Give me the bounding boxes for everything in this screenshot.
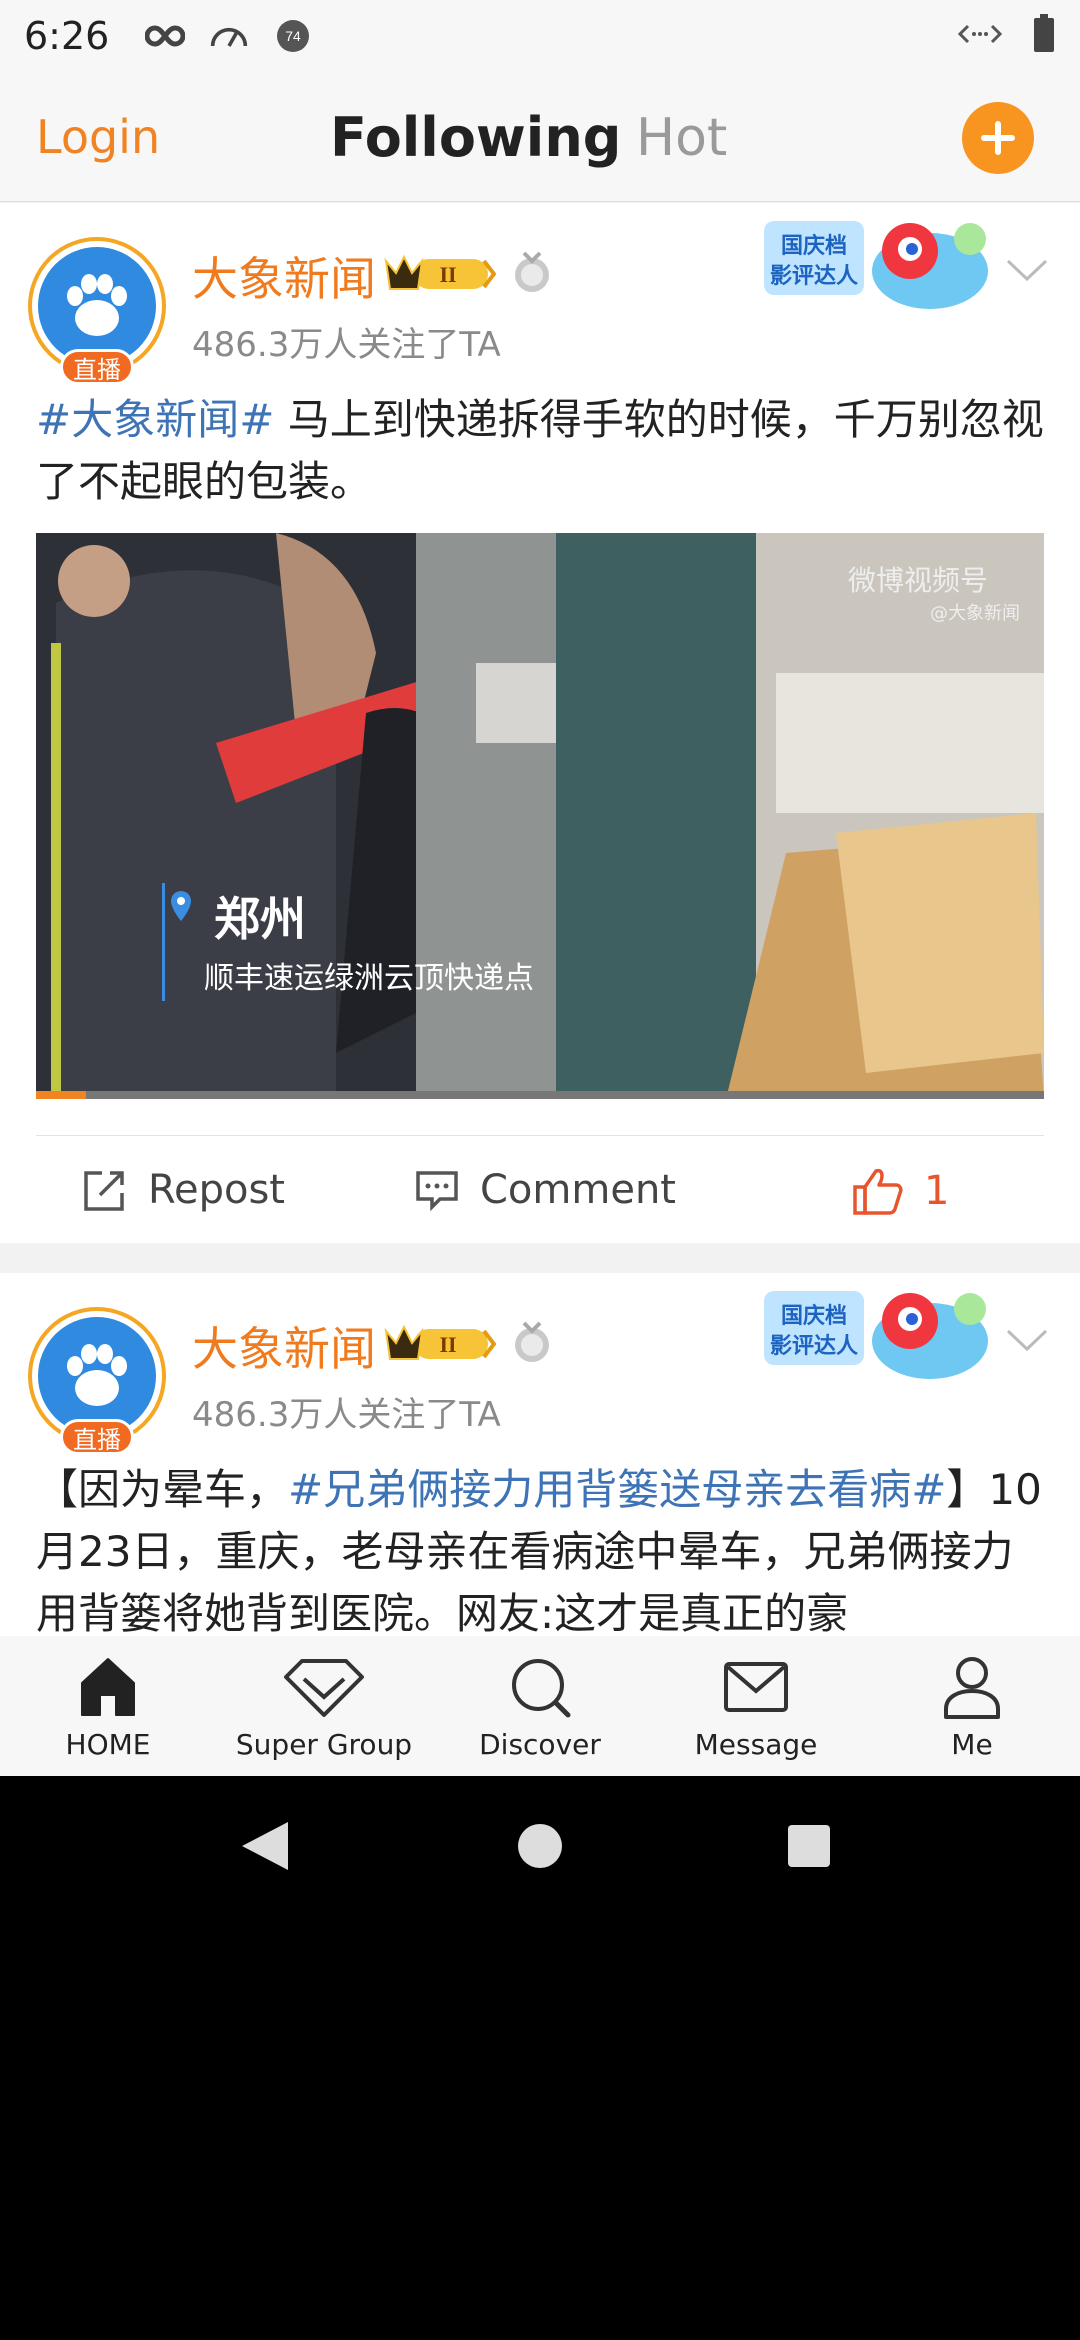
envelope-icon <box>656 1652 856 1722</box>
repost-icon <box>84 1171 124 1211</box>
like-button[interactable]: 1 <box>852 1167 949 1215</box>
chevron-down-icon[interactable] <box>1004 1325 1050 1355</box>
compose-button[interactable] <box>962 102 1034 174</box>
infinity-icon <box>145 16 186 56</box>
tab-me[interactable]: Me <box>872 1652 1072 1761</box>
video-watermark-sub: @大象新闻 <box>930 603 1020 624</box>
battery-icon <box>1032 14 1056 58</box>
follower-count: 486.3万人关注了TA <box>192 325 501 365</box>
avatar[interactable]: 直播 <box>28 1307 166 1455</box>
home-icon <box>8 1652 208 1722</box>
top-nav: Login Following Hot <box>0 72 1080 202</box>
tab-label: Discover <box>479 1728 601 1761</box>
tab-hot[interactable]: Hot <box>636 108 727 168</box>
svg-text:国庆档: 国庆档 <box>781 233 847 259</box>
tab-super-group[interactable]: Super Group <box>224 1652 424 1761</box>
post-body-prefix: 【因为晕车， <box>36 1465 289 1514</box>
location-line <box>162 883 165 1001</box>
post-text: #大象新闻# 马上到快递拆得手软的时候，千万别忽视了不起眼的包装。 <box>36 389 1046 513</box>
notification-number: 74 <box>286 28 302 44</box>
comment-label: Comment <box>480 1167 676 1213</box>
tab-label: Message <box>694 1728 818 1761</box>
live-badge: 直播 <box>60 349 134 385</box>
medal-icon <box>515 1321 549 1362</box>
live-badge: 直播 <box>60 1419 134 1455</box>
diamond-icon <box>224 1652 424 1722</box>
vip-crown-icon: II <box>384 1324 496 1360</box>
system-nav-bar <box>0 1776 1080 1916</box>
svg-text:影评达人: 影评达人 <box>770 1334 858 1359</box>
username[interactable]: 大象新闻 <box>192 1313 376 1379</box>
svg-text:影评达人: 影评达人 <box>770 264 858 289</box>
active-tab-indicator <box>328 168 562 182</box>
medal-icon <box>515 251 549 292</box>
video-frame <box>36 533 1044 1099</box>
status-right <box>957 14 1056 58</box>
repost-label: Repost <box>148 1167 285 1213</box>
speedometer-icon <box>209 16 249 56</box>
vip-crown-icon: II <box>384 254 496 290</box>
svg-text:国庆档: 国庆档 <box>781 1303 847 1329</box>
tab-discover[interactable]: Discover <box>440 1652 640 1761</box>
login-button[interactable]: Login <box>36 110 160 164</box>
location-pin-icon <box>171 891 191 921</box>
video-progress-bar[interactable] <box>36 1091 1044 1099</box>
post-hashtag[interactable]: #大象新闻# <box>36 395 274 444</box>
tab-label: Super Group <box>235 1728 413 1761</box>
video-progress-fill <box>36 1091 87 1099</box>
search-icon <box>440 1652 640 1722</box>
svg-text:II: II <box>439 262 456 287</box>
comment-button[interactable]: Comment <box>414 1167 676 1213</box>
bottom-tab-bar: HOME Super Group Discover Message Me <box>0 1636 1080 1776</box>
badge-icon: 74 <box>273 16 313 56</box>
repost-button[interactable]: Repost <box>82 1167 285 1213</box>
avatar[interactable]: 直播 <box>28 237 166 385</box>
username[interactable]: 大象新闻 <box>192 243 376 309</box>
promo-badge[interactable]: 国庆档 影评达人 <box>760 1281 1000 1395</box>
tab-label: HOME <box>65 1728 151 1761</box>
comment-icon <box>416 1171 458 1212</box>
thumbs-up-icon <box>853 1168 903 1215</box>
status-bar: 6:26 74 <box>0 0 1080 72</box>
recents-nav-icon[interactable] <box>788 1825 830 1867</box>
video-watermark: 微博视频号 <box>848 564 989 597</box>
post-hashtag[interactable]: #兄弟俩接力用背篓送母亲去看病# <box>288 1465 946 1514</box>
plus-icon <box>981 121 1015 155</box>
tab-label: Me <box>951 1728 993 1761</box>
feed-post: 直播 大象新闻 II 486.3万人关注了TA 国庆档 影评达人 #大象新闻# <box>0 203 1080 1243</box>
promo-badge[interactable]: 国庆档 影评达人 <box>760 211 1000 325</box>
tab-home[interactable]: HOME <box>8 1652 208 1761</box>
svg-text:II: II <box>439 1332 456 1357</box>
back-nav-icon[interactable] <box>242 1822 288 1870</box>
video-player[interactable]: 微博视频号 @大象新闻 郑州 顺丰速运绿洲云顶快递点 <box>36 533 1044 1099</box>
location-place: 顺丰速运绿洲云顶快递点 <box>204 961 534 996</box>
tab-following[interactable]: Following <box>330 106 621 169</box>
status-time: 6:26 <box>24 14 110 58</box>
divider <box>36 1135 1044 1136</box>
person-icon <box>872 1652 1072 1722</box>
screen: 6:26 74 Login Following Hot 直播 大象新闻 II 4… <box>0 0 1080 1776</box>
location-city: 郑州 <box>214 892 306 946</box>
chevron-down-icon[interactable] <box>1004 255 1050 285</box>
follower-count: 486.3万人关注了TA <box>192 1395 501 1435</box>
paw-logo-icon <box>67 1344 127 1406</box>
data-transfer-icon <box>957 20 1003 52</box>
post-text: 【因为晕车，#兄弟俩接力用背篓送母亲去看病#】10月23日，重庆，老母亲在看病途… <box>36 1459 1046 1645</box>
home-nav-icon[interactable] <box>518 1824 562 1868</box>
tab-message[interactable]: Message <box>656 1652 856 1761</box>
paw-logo-icon <box>67 274 127 336</box>
like-count: 1 <box>924 1168 950 1214</box>
